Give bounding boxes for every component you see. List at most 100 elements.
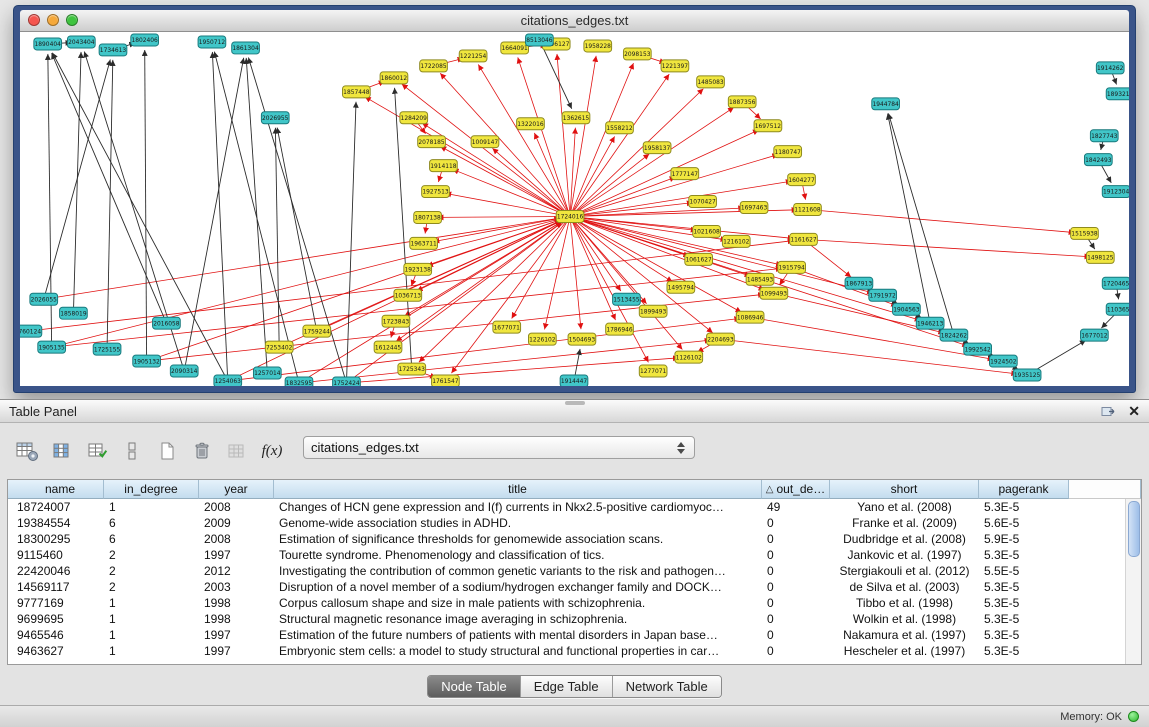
table-row[interactable]: 946554611997Estimation of the future num… bbox=[8, 627, 1141, 643]
table-row[interactable]: 911546021997Tourette syndrome. Phenomeno… bbox=[8, 547, 1141, 563]
graph-node[interactable]: 1070427 bbox=[689, 196, 717, 208]
graph-node[interactable]: 1061627 bbox=[685, 253, 713, 265]
graph-node[interactable]: 1612445 bbox=[374, 341, 402, 353]
column-header-out_degree[interactable]: △out_de… bbox=[762, 480, 830, 499]
graph-node[interactable]: 1791972 bbox=[869, 289, 897, 301]
graph-node[interactable]: 1485493 bbox=[746, 273, 774, 285]
graph-node[interactable]: 1927513 bbox=[422, 186, 450, 198]
graph-node[interactable]: 1725155 bbox=[93, 343, 121, 355]
tab-network-table[interactable]: Network Table bbox=[613, 676, 721, 697]
graph-node[interactable]: 1923138 bbox=[404, 263, 432, 275]
graph-node[interactable]: 1722085 bbox=[420, 60, 448, 72]
graph-node[interactable]: 1807138 bbox=[414, 211, 442, 223]
graph-node[interactable]: 1752424 bbox=[333, 377, 361, 386]
column-header-pagerank[interactable]: pagerank bbox=[979, 480, 1069, 499]
graph-node[interactable]: 1495794 bbox=[667, 281, 695, 293]
graph-node[interactable]: 1734613 bbox=[99, 44, 127, 56]
graph-node[interactable]: 2090314 bbox=[170, 365, 198, 377]
graph-node[interactable]: 1786946 bbox=[606, 323, 634, 335]
graph-node[interactable]: 1221397 bbox=[661, 60, 689, 72]
citation-network-graph[interactable]: 1724016185744818600121722085122125416640… bbox=[20, 32, 1129, 386]
column-header-name[interactable]: name bbox=[8, 480, 104, 499]
table-row[interactable]: 1830029562008Estimation of significance … bbox=[8, 531, 1141, 547]
zoom-window-button[interactable] bbox=[66, 14, 78, 26]
graph-node[interactable]: 2204693 bbox=[707, 333, 735, 345]
delete-column-button[interactable] bbox=[189, 438, 215, 464]
table-row[interactable]: 1456911722003Disruption of a novel membe… bbox=[8, 579, 1141, 595]
scrollbar-thumb[interactable] bbox=[1128, 501, 1140, 557]
graph-node[interactable]: 1724016 bbox=[556, 210, 584, 222]
graph-node[interactable]: 1498125 bbox=[1086, 251, 1114, 263]
column-header-title[interactable]: title bbox=[274, 480, 762, 499]
graph-node[interactable]: 1914262 bbox=[1096, 62, 1124, 74]
graph-node[interactable]: 1284209 bbox=[400, 112, 428, 124]
window-titlebar[interactable]: citations_edges.txt bbox=[20, 10, 1129, 32]
graph-node[interactable]: 1832595 bbox=[285, 377, 313, 386]
graph-node[interactable]: 7253402 bbox=[265, 341, 293, 353]
graph-node[interactable]: 2026055 bbox=[30, 293, 58, 305]
tab-node-table[interactable]: Node Table bbox=[428, 676, 521, 697]
graph-node[interactable]: 8513046 bbox=[526, 34, 554, 46]
graph-node[interactable]: 1254063 bbox=[214, 375, 242, 386]
graph-node[interactable]: 2098153 bbox=[623, 48, 651, 60]
create-column-button[interactable] bbox=[154, 438, 180, 464]
graph-node[interactable]: 1912304 bbox=[1102, 186, 1129, 198]
graph-node[interactable]: 1842493 bbox=[1084, 154, 1112, 166]
row-mode-button[interactable] bbox=[119, 438, 145, 464]
graph-node[interactable]: 1905132 bbox=[133, 355, 161, 367]
graph-node[interactable]: 1893212 bbox=[1106, 88, 1129, 100]
graph-node[interactable]: 1914118 bbox=[430, 160, 458, 172]
graph-node[interactable]: 1760124 bbox=[20, 325, 42, 337]
graph-node[interactable]: 1887356 bbox=[728, 96, 756, 108]
graph-node[interactable]: 1802406 bbox=[131, 34, 159, 46]
graph-node[interactable]: 1180747 bbox=[774, 146, 802, 158]
close-panel-button[interactable]: ✕ bbox=[1128, 404, 1140, 418]
graph-node[interactable]: 1697512 bbox=[754, 120, 782, 132]
graph-node[interactable]: 1827743 bbox=[1090, 130, 1118, 142]
table-settings-button[interactable] bbox=[14, 438, 40, 464]
graph-node[interactable]: 1858019 bbox=[60, 307, 88, 319]
graph-node[interactable]: 2026955 bbox=[261, 112, 289, 124]
graph-node[interactable]: 1857448 bbox=[343, 86, 371, 98]
table-row[interactable]: 1938455462009Genome-wide association stu… bbox=[8, 515, 1141, 531]
graph-node[interactable]: 1899493 bbox=[639, 305, 667, 317]
graph-node[interactable]: 1890404 bbox=[34, 38, 62, 50]
graph-node[interactable]: 1485083 bbox=[697, 76, 725, 88]
graph-node[interactable]: 1677012 bbox=[1081, 329, 1109, 341]
table-scrollbar[interactable] bbox=[1125, 499, 1141, 664]
graph-node[interactable]: 1036713 bbox=[394, 289, 422, 301]
graph-node[interactable]: 1963711 bbox=[410, 237, 438, 249]
graph-node[interactable]: 1009147 bbox=[471, 136, 499, 148]
graph-node[interactable]: 1086946 bbox=[736, 311, 764, 323]
graph-node[interactable]: 1221254 bbox=[459, 50, 487, 62]
graph-node[interactable]: 1759244 bbox=[303, 325, 331, 337]
graph-node[interactable]: 2016058 bbox=[153, 317, 181, 329]
graph-node[interactable]: 1103654 bbox=[1106, 303, 1129, 315]
table-row[interactable]: 2242004622012Investigating the contribut… bbox=[8, 563, 1141, 579]
graph-node[interactable]: 1950712 bbox=[198, 36, 226, 48]
graph-node[interactable]: 1362615 bbox=[562, 112, 590, 124]
graph-node[interactable]: 1099493 bbox=[760, 287, 788, 299]
network-view-window[interactable]: citations_edges.txt 17240161857448186001… bbox=[13, 5, 1136, 393]
graph-node[interactable]: 1761547 bbox=[432, 375, 460, 386]
graph-node[interactable]: 1121608 bbox=[794, 204, 822, 216]
graph-node[interactable]: 1604277 bbox=[788, 174, 816, 186]
graph-node[interactable]: 1697463 bbox=[740, 202, 768, 214]
panel-resize-grip[interactable] bbox=[565, 401, 585, 405]
graph-node[interactable]: 1257014 bbox=[253, 367, 281, 379]
graph-node[interactable]: 1824262 bbox=[940, 329, 968, 341]
graph-node[interactable]: 1677071 bbox=[493, 321, 521, 333]
graph-node[interactable]: 1992542 bbox=[964, 343, 992, 355]
graph-node[interactable]: 1504693 bbox=[568, 333, 596, 345]
graph-node[interactable]: 1723843 bbox=[382, 315, 410, 327]
graph-node[interactable]: 1946213 bbox=[916, 317, 944, 329]
table-selector-combobox[interactable]: citations_edges.txt bbox=[303, 436, 695, 459]
column-header-year[interactable]: year bbox=[199, 480, 274, 499]
graph-node[interactable]: 1725343 bbox=[398, 363, 426, 375]
graph-node[interactable]: 1914447 bbox=[560, 375, 588, 386]
graph-node[interactable]: 1126102 bbox=[675, 351, 703, 363]
graph-node[interactable]: 1958228 bbox=[584, 40, 612, 52]
network-canvas[interactable]: 1724016185744818600121722085122125416640… bbox=[20, 32, 1129, 386]
graph-node[interactable]: 2043404 bbox=[67, 36, 95, 48]
graph-node[interactable]: 1904563 bbox=[893, 303, 921, 315]
